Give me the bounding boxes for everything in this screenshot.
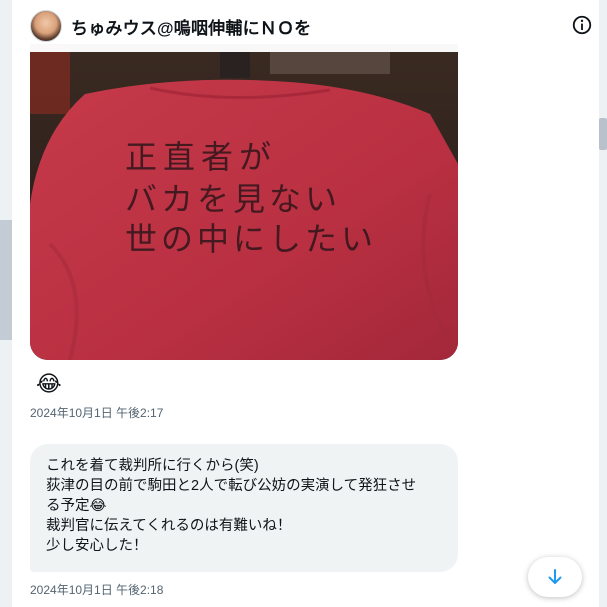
message-text-line: る予定😂 bbox=[46, 498, 107, 514]
conversation-header: ちゅみウス@嗚咽伸輔にＮＯを bbox=[12, 0, 599, 52]
message-reaction[interactable]: 😂 bbox=[36, 372, 62, 396]
message-text-line: 裁判官に伝えてくれるのは有難いね！ bbox=[46, 518, 292, 534]
arrow-down-icon bbox=[548, 569, 562, 584]
shirt-text-line-3: 世の中にしたい bbox=[125, 220, 377, 258]
message-image[interactable]: 正直者が バカを見ない 世の中にしたい bbox=[30, 44, 458, 360]
info-icon[interactable] bbox=[571, 14, 593, 36]
scrollbar-track[interactable] bbox=[599, 0, 607, 607]
scrollbar-thumb[interactable] bbox=[599, 118, 607, 150]
message-text-line: これを着て裁判所に行くから(笑) bbox=[46, 458, 259, 474]
scroll-to-bottom-button[interactable] bbox=[528, 557, 582, 597]
conversation-title[interactable]: ちゅみウス@嗚咽伸輔にＮＯを bbox=[71, 14, 311, 39]
message-text-line: 少し安心した！ bbox=[46, 538, 148, 554]
avatar[interactable] bbox=[30, 10, 62, 42]
shirt-text-line-1: 正直者が bbox=[125, 138, 277, 176]
message-timestamp: 2024年10月1日 午後2:18 bbox=[30, 583, 164, 597]
left-panel-scrollbar[interactable] bbox=[0, 220, 12, 340]
shirt-text-line-2: バカを見ない bbox=[125, 180, 341, 218]
message-bubble[interactable]: これを着て裁判所に行くから(笑) 荻津の目の前で駒田と2人で転び公妨の実演して発… bbox=[30, 444, 458, 572]
message-text-line: 荻津の目の前で駒田と2人で転び公妨の実演して発狂させ bbox=[46, 478, 417, 494]
message-timestamp: 2024年10月1日 午後2:17 bbox=[30, 406, 164, 420]
